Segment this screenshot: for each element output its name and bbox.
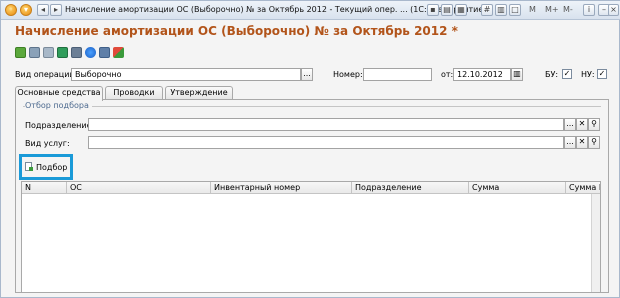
memory-plus-button[interactable]: M+ [545,5,559,14]
forward-arrow-icon[interactable]: ▸ [50,4,62,16]
table-header: N ОС Инвентарный номер Подразделение Сум… [22,182,600,194]
tab-postings[interactable]: Проводки [105,86,163,100]
window-title: Начисление амортизации ОС (Выборочно) № … [65,5,487,14]
print-preview-icon[interactable]: ▦ [455,4,467,16]
operation-type-select-button[interactable]: ... [301,68,313,81]
column-header-division[interactable]: Подразделение [351,182,468,194]
post-and-close-icon[interactable] [15,47,26,58]
app-menu-icon[interactable]: ◦ [5,4,17,16]
copy-icon[interactable] [43,47,54,58]
save-document-icon[interactable] [29,47,40,58]
structure-icon[interactable] [85,47,96,58]
operation-type-field[interactable]: Выборочно [71,68,301,81]
podbor-button-label: Подбор [36,163,68,172]
number-field[interactable] [363,68,432,81]
bu-checkbox[interactable]: ✓ [562,69,572,79]
info-icon[interactable]: i [583,4,595,16]
column-header-os[interactable]: ОС [66,182,210,194]
unpost-icon[interactable] [71,47,82,58]
date-field[interactable]: 12.10.2012 [453,68,511,81]
title-bar: ◦ ▾ ◂ ▸ Начисление амортизации ОС (Выбор… [1,1,620,20]
tab-fixed-assets[interactable]: Основные средства [15,86,103,101]
service-type-label: Вид услуг: [25,139,70,148]
division-label: Подразделение: [25,121,95,130]
app-window: ◦ ▾ ◂ ▸ Начисление амортизации ОС (Выбор… [0,0,620,298]
back-arrow-icon[interactable]: ◂ [37,4,49,16]
division-select-button[interactable]: ... [564,118,576,131]
group-divider [23,106,601,107]
calendar-picker-icon[interactable]: ▥ [511,68,523,81]
print-icon[interactable]: ▤ [441,4,453,16]
column-header-n[interactable]: N [22,182,66,194]
column-header-inventory-number[interactable]: Инвентарный номер [210,182,351,194]
calendar-icon[interactable]: ▥ [495,4,507,16]
division-search-icon[interactable]: ⚲ [588,118,600,131]
number-label: Номер: [333,70,363,79]
post-icon[interactable] [57,47,68,58]
column-header-sum[interactable]: Сумма [468,182,565,194]
column-header-sum-nu[interactable]: Сумма НУ [565,182,600,194]
clipboard-icon[interactable]: □ [509,4,521,16]
document-title: Начисление амортизации ОС (Выборочно) № … [15,24,458,38]
division-clear-icon[interactable]: ✕ [576,118,588,131]
dropdown-menu-icon[interactable]: ▾ [20,4,32,16]
service-type-clear-icon[interactable]: ✕ [576,136,588,149]
nu-checkbox[interactable]: ✓ [597,69,607,79]
division-field[interactable] [88,118,564,131]
service-type-field[interactable] [88,136,564,149]
tab-approval[interactable]: Утверждение [165,86,233,100]
date-label: от: [441,70,454,79]
dt-kt-icon[interactable] [113,47,124,58]
memory-button[interactable]: M [529,5,536,14]
save-icon[interactable]: ▪ [427,4,439,16]
table-scrollbar[interactable] [591,194,600,292]
operation-type-label: Вид операции: [15,70,78,79]
nu-label: НУ: [581,70,595,79]
memory-minus-button[interactable]: M- [563,5,573,14]
podbor-plus-icon [29,167,33,171]
close-icon[interactable]: × [608,4,619,16]
podbor-button[interactable]: Подбор [23,159,69,175]
service-type-search-icon[interactable]: ⚲ [588,136,600,149]
selection-group-title: Отбор подбора [25,101,92,110]
calculator-icon[interactable]: # [481,4,493,16]
service-type-select-button[interactable]: ... [564,136,576,149]
fixed-assets-table[interactable]: N ОС Инвентарный номер Подразделение Сум… [21,181,601,293]
movements-icon[interactable] [99,47,110,58]
bu-label: БУ: [545,70,559,79]
